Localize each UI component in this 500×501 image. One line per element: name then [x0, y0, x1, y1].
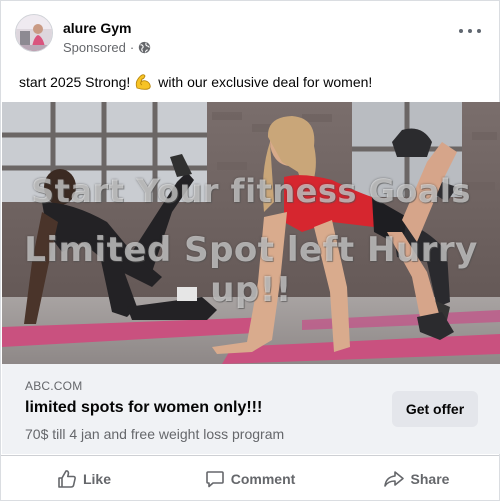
post-meta: Sponsored · — [63, 40, 151, 55]
overlay-headline: Start Your fitness Goals — [31, 172, 471, 210]
sponsored-label[interactable]: Sponsored — [63, 40, 126, 55]
thumbs-up-icon — [57, 469, 77, 489]
link-preview[interactable]: ABC.COM limited spots for women only!!! … — [2, 364, 500, 454]
comment-icon — [205, 469, 225, 489]
comment-button[interactable]: Comment — [167, 456, 333, 501]
post-caption: start 2025 Strong! with our exclusive de… — [19, 73, 372, 91]
sponsored-post-card: alure Gym Sponsored · start 2025 Strong! — [0, 0, 500, 501]
like-button[interactable]: Like — [1, 456, 167, 501]
caption-text-start: start 2025 Strong! — [19, 74, 131, 90]
comment-label: Comment — [230, 470, 296, 487]
get-offer-button[interactable]: Get offer — [392, 391, 478, 427]
link-description: 70$ till 4 jan and free weight loss prog… — [25, 426, 285, 442]
globe-icon — [138, 41, 151, 54]
more-options-icon[interactable] — [459, 23, 481, 39]
ad-creative-image[interactable]: Start Your fitness Goals Limited Spot le… — [2, 102, 500, 364]
more-dot — [477, 29, 481, 33]
page-name[interactable]: alure Gym — [63, 20, 131, 36]
avatar-image — [16, 15, 52, 51]
share-icon — [383, 469, 405, 489]
caption-text-end: with our exclusive deal for women! — [158, 74, 373, 90]
link-headline[interactable]: limited spots for women only!!! — [25, 399, 262, 417]
like-label: Like — [82, 470, 111, 487]
share-label: Share — [410, 470, 450, 487]
flexed-biceps-emoji — [134, 73, 154, 91]
more-dot — [459, 29, 463, 33]
post-actions-bar: Like Comment Share — [1, 455, 499, 501]
meta-separator: · — [129, 40, 135, 55]
overlay-subheadline: Limited Spot left Hurry up!! — [24, 230, 478, 310]
share-button[interactable]: Share — [333, 456, 499, 501]
link-domain: ABC.COM — [25, 379, 83, 393]
page-avatar[interactable] — [15, 14, 53, 52]
post-header: alure Gym Sponsored · — [1, 1, 499, 63]
more-dot — [468, 29, 472, 33]
